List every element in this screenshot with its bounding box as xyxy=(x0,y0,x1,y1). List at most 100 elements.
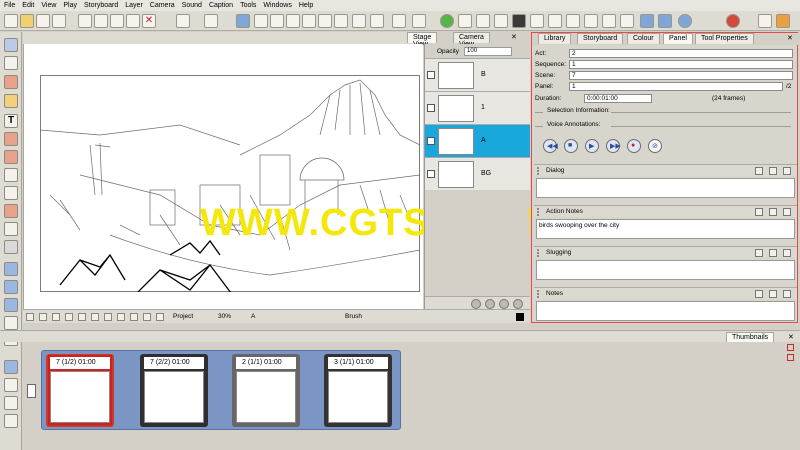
onion-skin-icon[interactable] xyxy=(318,14,332,28)
transition-icon[interactable] xyxy=(602,14,616,28)
info-tool-icon[interactable] xyxy=(4,414,18,428)
tab-camera-view[interactable]: Camera View xyxy=(453,32,490,48)
menu-storyboard[interactable]: Storyboard xyxy=(84,2,118,9)
close-icon[interactable] xyxy=(783,167,791,175)
open-folder-icon[interactable] xyxy=(20,14,34,28)
play-icon[interactable]: ▶ xyxy=(585,139,599,153)
tab-colour[interactable]: Colour xyxy=(627,33,660,44)
tab-storyboard[interactable]: Storyboard xyxy=(577,33,624,44)
thumbnail-panel[interactable]: 3 (1/1) 01:00 xyxy=(324,354,392,427)
play-icon[interactable] xyxy=(678,14,692,28)
voice-annotations-section[interactable]: Voice Annotations: xyxy=(535,121,795,131)
ruler-icon[interactable] xyxy=(270,14,284,28)
light-table-icon[interactable] xyxy=(236,14,250,28)
rotate-view-icon[interactable] xyxy=(156,313,164,321)
redo-icon[interactable] xyxy=(204,14,218,28)
rewind-icon[interactable]: ◀◀ xyxy=(543,139,558,153)
flip-v-icon[interactable] xyxy=(104,313,112,321)
safe-frame-icon[interactable] xyxy=(52,313,60,321)
reset-view-icon[interactable] xyxy=(130,313,138,321)
paste-special-icon[interactable] xyxy=(126,14,140,28)
grid-size-icon[interactable] xyxy=(39,313,47,321)
add-vector-layer-icon[interactable] xyxy=(471,299,481,309)
project-label[interactable]: Project xyxy=(173,313,193,320)
rectangle-tool-icon[interactable] xyxy=(4,168,18,182)
merge-scene-icon[interactable] xyxy=(548,14,562,28)
undo-icon[interactable] xyxy=(176,14,190,28)
thumbnail-panel[interactable]: 2 (1/1) 01:00 xyxy=(232,354,300,427)
expand-icon[interactable] xyxy=(769,208,777,216)
text-tool-icon[interactable]: T xyxy=(4,114,18,128)
select-tool-icon[interactable] xyxy=(4,38,18,52)
fast-forward-icon[interactable]: ▶▶ xyxy=(606,139,621,153)
camera-tool-icon[interactable] xyxy=(4,298,18,312)
zoom-fit-icon[interactable] xyxy=(412,14,426,28)
font-icon[interactable] xyxy=(755,290,763,298)
previous-frame-icon[interactable] xyxy=(640,14,654,28)
zoom-tool-icon[interactable] xyxy=(4,316,18,330)
new-panel-icon[interactable] xyxy=(440,14,454,28)
cancel-icon[interactable]: ⊘ xyxy=(648,139,662,153)
pointer-icon[interactable] xyxy=(254,14,268,28)
menu-help[interactable]: Help xyxy=(299,2,313,9)
menu-layer[interactable]: Layer xyxy=(125,2,143,9)
grid-icon[interactable] xyxy=(286,14,300,28)
rotate-view-icon[interactable] xyxy=(370,14,384,28)
panel-close-icon[interactable]: ✕ xyxy=(511,33,519,41)
thumbnail-panel[interactable]: 7 (1/2) 01:00 xyxy=(46,354,114,427)
menu-play[interactable]: Play xyxy=(63,2,77,9)
save-icon[interactable] xyxy=(36,14,50,28)
sound-tool-icon[interactable] xyxy=(4,378,18,392)
copy-icon[interactable] xyxy=(94,14,108,28)
menu-tools[interactable]: Tools xyxy=(240,2,256,9)
dropper-tool-icon[interactable] xyxy=(4,222,18,236)
cut-icon[interactable] xyxy=(78,14,92,28)
menu-caption[interactable]: Caption xyxy=(209,2,233,9)
tab-tool-properties[interactable]: Tool Properties xyxy=(695,33,754,44)
layer-row[interactable]: 1 xyxy=(425,91,530,124)
close-icon[interactable] xyxy=(783,249,791,257)
notes-text[interactable] xyxy=(536,301,795,321)
new-scene-icon[interactable] xyxy=(458,14,472,28)
zoom-icon[interactable] xyxy=(787,344,794,351)
next-frame-icon[interactable] xyxy=(658,14,672,28)
stage-canvas[interactable] xyxy=(23,44,423,309)
eraser-tool-icon[interactable] xyxy=(4,132,18,146)
stop-icon[interactable]: ■ xyxy=(564,139,578,153)
pen-pressure-icon[interactable] xyxy=(117,313,125,321)
act-field[interactable]: 2 xyxy=(569,49,793,58)
layer-row-selected[interactable]: A xyxy=(425,124,530,157)
expand-icon[interactable] xyxy=(769,290,777,298)
perspective-tool-icon[interactable] xyxy=(4,280,18,294)
close-icon[interactable] xyxy=(783,290,791,298)
action-notes-text[interactable]: birds swooping over the city xyxy=(536,219,795,239)
expand-icon[interactable] xyxy=(769,249,777,257)
outline-icon[interactable] xyxy=(78,313,86,321)
add-bitmap-layer-icon[interactable] xyxy=(485,299,495,309)
camera-mask-icon[interactable] xyxy=(334,14,348,28)
font-icon[interactable] xyxy=(755,167,763,175)
panel-field[interactable]: 1 xyxy=(569,82,783,91)
safe-area-icon[interactable] xyxy=(352,14,366,28)
panel-tool-icon[interactable] xyxy=(4,360,18,374)
zoom-icon[interactable] xyxy=(787,354,794,361)
print-icon[interactable] xyxy=(52,14,66,28)
scene-field[interactable]: 7 xyxy=(569,71,793,80)
ellipse-tool-icon[interactable] xyxy=(4,186,18,200)
new-project-icon[interactable] xyxy=(4,14,18,28)
duplicate-panel-icon[interactable] xyxy=(476,14,490,28)
selection-info-section[interactable]: Selection Information: xyxy=(535,107,795,117)
menu-sound[interactable]: Sound xyxy=(182,2,202,9)
dialog-text[interactable] xyxy=(536,178,795,198)
font-icon[interactable] xyxy=(755,208,763,216)
contour-tool-icon[interactable] xyxy=(4,56,18,70)
menu-file[interactable]: File xyxy=(4,2,15,9)
delete-layer-icon[interactable] xyxy=(513,299,523,309)
lock-tool-icon[interactable] xyxy=(4,396,18,410)
panel-close-icon[interactable]: ✕ xyxy=(787,34,793,42)
bbox-icon[interactable] xyxy=(65,313,73,321)
opacity-input[interactable]: 100 xyxy=(464,46,513,56)
camera-icon[interactable] xyxy=(584,14,598,28)
add-layer-icon[interactable] xyxy=(499,299,509,309)
menu-edit[interactable]: Edit xyxy=(22,2,34,9)
